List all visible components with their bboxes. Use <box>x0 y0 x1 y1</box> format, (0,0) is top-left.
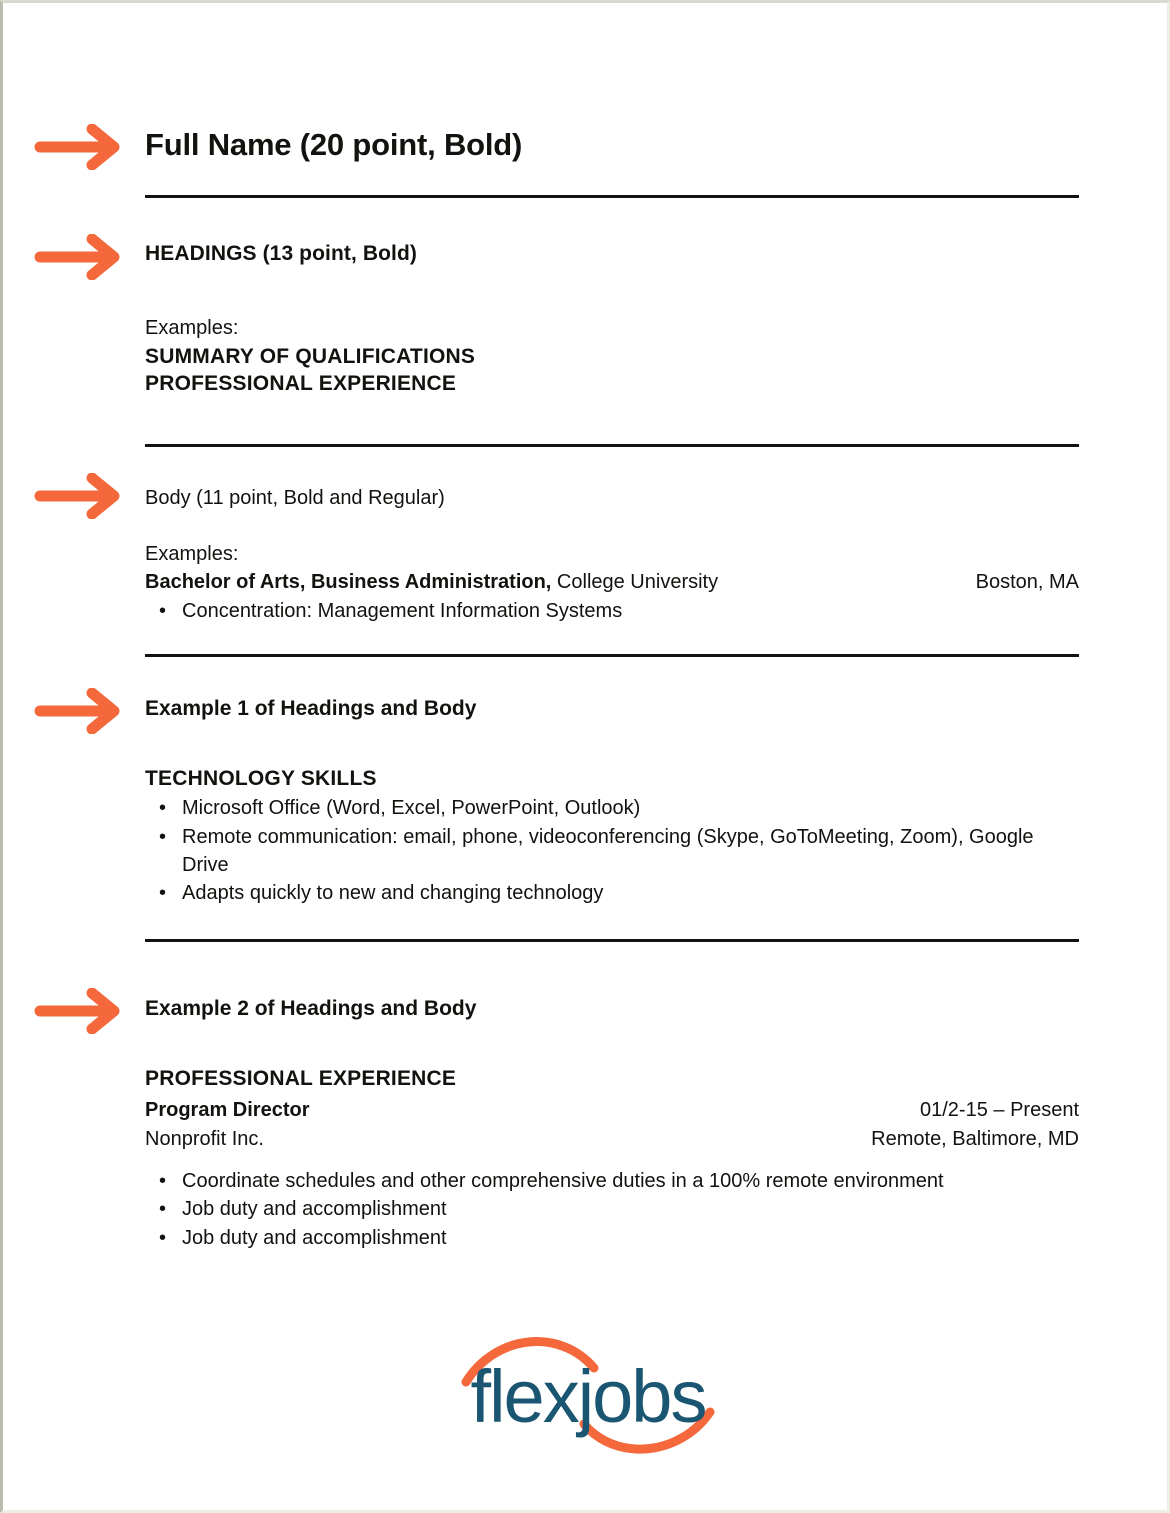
divider-rule-4 <box>145 939 1079 942</box>
callout-headings: HEADINGS (13 point, Bold) <box>145 242 417 265</box>
callout-full-name: Full Name (20 point, Bold) <box>145 127 523 162</box>
education-school: College University <box>551 571 719 594</box>
job-location: Remote, Baltimore, MD <box>871 1127 1079 1150</box>
callout-example-1: Example 1 of Headings and Body <box>145 697 477 720</box>
headings-examples-label: Examples: <box>145 317 239 339</box>
callout-arrow-body <box>34 473 126 519</box>
education-bullet-list: Concentration: Management Information Sy… <box>145 597 1079 626</box>
example-1-heading: TECHNOLOGY SKILLS <box>145 767 377 790</box>
list-item: Coordinate schedules and other comprehen… <box>159 1167 1079 1196</box>
document-sheet: Full Name (20 point, Bold) HEADINGS (13 … <box>6 6 1164 1507</box>
example-2-bullet-list: Coordinate schedules and other comprehen… <box>145 1167 1079 1253</box>
education-degree: Bachelor of Arts, Business Administratio… <box>145 571 552 594</box>
list-item: Microsoft Office (Word, Excel, PowerPoin… <box>159 794 1079 823</box>
example-2-heading: PROFESSIONAL EXPERIENCE <box>145 1067 457 1090</box>
education-location: Boston, MA <box>975 571 1079 594</box>
callout-example-2: Example 2 of Headings and Body <box>145 997 477 1020</box>
body-examples-label: Examples: <box>145 543 239 565</box>
footer-logo-area: flexjobs <box>6 1324 1170 1464</box>
job-title: Program Director <box>145 1099 310 1122</box>
callout-arrow-example-1 <box>34 688 126 734</box>
divider-rule-3 <box>145 654 1079 657</box>
svg-text:flexjobs: flexjobs <box>471 1355 706 1438</box>
job-dates: 01/2-15 – Present <box>920 1099 1079 1122</box>
heading-example-experience: PROFESSIONAL EXPERIENCE <box>145 372 457 396</box>
job-title-row: Program Director 01/2-15 – Present <box>145 1096 1079 1124</box>
flexjobs-logo: flexjobs <box>461 1337 715 1454</box>
callout-arrow-headings <box>34 234 126 280</box>
job-company-row: Nonprofit Inc. Remote, Baltimore, MD <box>145 1125 1079 1153</box>
list-item: Remote communication: email, phone, vide… <box>159 823 1079 880</box>
divider-rule-2 <box>145 444 1079 447</box>
list-item: Concentration: Management Information Sy… <box>159 597 1079 626</box>
list-item: Job duty and accomplishment <box>159 1195 1079 1224</box>
document-page: Full Name (20 point, Bold) HEADINGS (13 … <box>0 0 1170 1513</box>
heading-example-summary: SUMMARY OF QUALIFICATIONS <box>145 345 476 368</box>
list-item: Job duty and accomplishment <box>159 1224 1079 1253</box>
callout-body: Body (11 point, Bold and Regular) <box>145 487 445 509</box>
divider-rule-1 <box>145 195 1079 198</box>
list-item: Adapts quickly to new and changing techn… <box>159 879 1079 908</box>
job-company: Nonprofit Inc. <box>145 1127 264 1150</box>
callout-arrow-full-name <box>34 124 126 170</box>
callout-arrow-example-2 <box>34 988 126 1034</box>
example-1-bullet-list: Microsoft Office (Word, Excel, PowerPoin… <box>145 794 1079 908</box>
education-degree-line: Bachelor of Arts, Business Administratio… <box>145 568 718 596</box>
education-entry-row: Bachelor of Arts, Business Administratio… <box>145 568 1079 596</box>
